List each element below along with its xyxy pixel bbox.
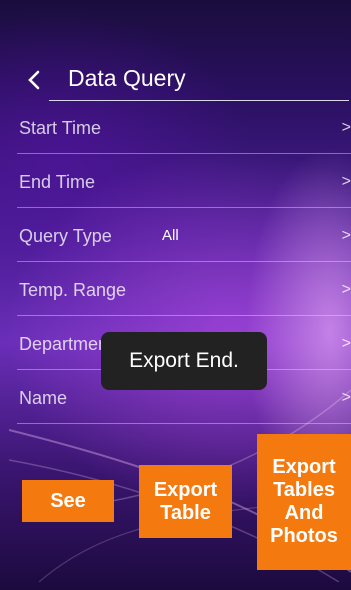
row-label: Query Type xyxy=(19,226,112,246)
row-divider xyxy=(17,207,351,208)
chevron-left-icon xyxy=(28,70,40,90)
row-label: End Time xyxy=(19,172,96,192)
row-start-time[interactable]: Start Time > xyxy=(9,102,351,154)
row-label: Start Time xyxy=(19,118,102,138)
row-label: Department xyxy=(19,334,114,354)
row-label: Temp. Range xyxy=(19,280,127,300)
chevron-right-icon: > xyxy=(341,173,351,190)
chevron-right-icon: > xyxy=(341,335,351,352)
chevron-right-icon: > xyxy=(341,389,351,406)
export-tables-and-photos-button[interactable]: Export Tables And Photos xyxy=(257,434,351,570)
row-temp-range[interactable]: Temp. Range > xyxy=(9,264,351,316)
back-button[interactable] xyxy=(25,66,49,94)
chevron-right-icon: > xyxy=(341,119,351,136)
row-divider xyxy=(17,423,351,424)
export-table-button-label: Export Table xyxy=(153,478,218,524)
chevron-right-icon: > xyxy=(341,227,351,244)
toast-message: Export End. xyxy=(101,332,267,390)
row-divider xyxy=(17,153,351,154)
page-title: Data Query xyxy=(68,65,186,91)
header-divider xyxy=(49,100,349,101)
export-table-button[interactable]: Export Table xyxy=(139,465,232,538)
see-button-label: See xyxy=(50,489,86,512)
row-value: All xyxy=(162,227,179,244)
export-tables-and-photos-button-label: Export Tables And Photos xyxy=(270,456,338,547)
row-query-type[interactable]: Query Type All > xyxy=(9,210,351,262)
row-divider xyxy=(17,315,351,316)
row-label: Name xyxy=(19,388,68,408)
row-end-time[interactable]: End Time > xyxy=(9,156,351,208)
row-divider xyxy=(17,261,351,262)
chevron-right-icon: > xyxy=(341,281,351,298)
header: Data Query xyxy=(9,60,351,104)
screen: Data Query Start Time > End Time > Query… xyxy=(9,10,351,582)
see-button[interactable]: See xyxy=(22,480,114,522)
